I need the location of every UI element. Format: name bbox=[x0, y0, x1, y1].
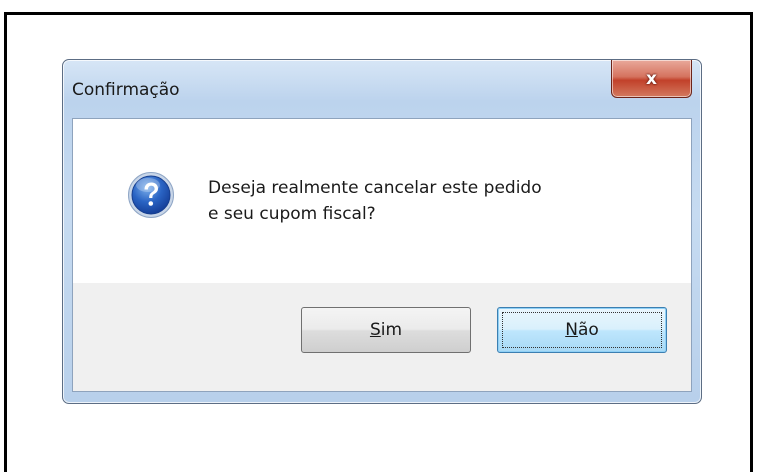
no-button[interactable]: Não bbox=[497, 307, 667, 353]
no-button-accel: N bbox=[565, 320, 578, 340]
no-button-label: Não bbox=[565, 320, 599, 340]
message-line-1: Deseja realmente cancelar este pedido bbox=[208, 178, 542, 198]
close-icon: x bbox=[646, 68, 657, 89]
title-bar[interactable]: Confirmação x bbox=[63, 60, 701, 118]
yes-button[interactable]: Sim bbox=[301, 307, 471, 353]
yes-button-rest: im bbox=[380, 320, 403, 340]
message-area: Deseja realmente cancelar este pedido e … bbox=[73, 119, 691, 283]
question-icon bbox=[128, 172, 174, 218]
no-button-rest: ão bbox=[577, 320, 599, 340]
dialog-body: Deseja realmente cancelar este pedido e … bbox=[72, 118, 692, 392]
yes-button-label: Sim bbox=[370, 320, 402, 340]
button-area: Sim Não bbox=[73, 283, 691, 391]
close-button[interactable]: x bbox=[611, 60, 692, 98]
dialog-message: Deseja realmente cancelar este pedido e … bbox=[208, 175, 542, 227]
message-line-2: e seu cupom fiscal? bbox=[208, 204, 376, 224]
yes-button-accel: S bbox=[369, 320, 381, 340]
dialog-title: Confirmação bbox=[72, 80, 180, 100]
confirmation-dialog: Confirmação x Deseja realmente cancelar … bbox=[62, 59, 702, 404]
